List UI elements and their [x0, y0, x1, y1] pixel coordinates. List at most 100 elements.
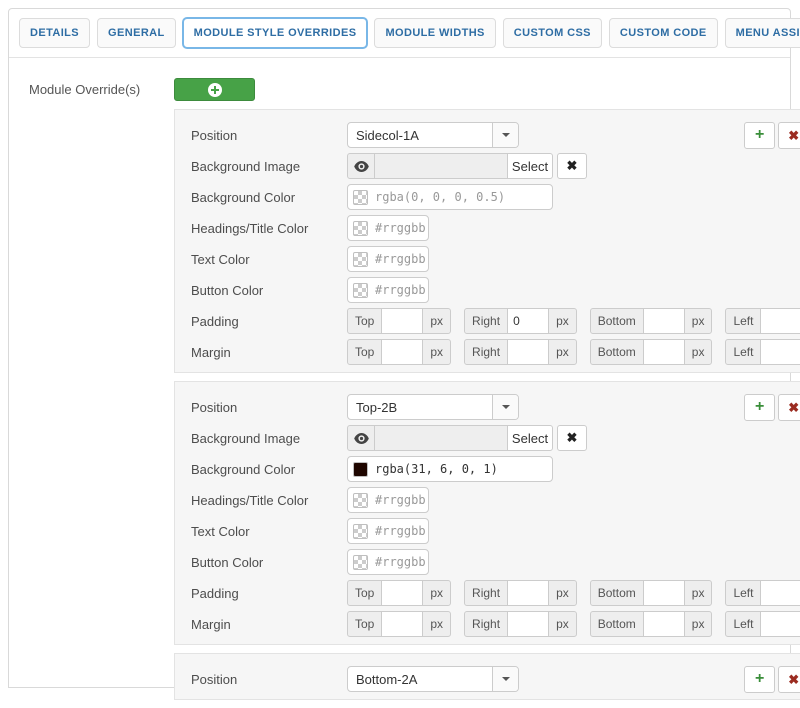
text-color-row: Text Color #rrggbb	[191, 518, 800, 544]
padding-right-input[interactable]	[508, 580, 548, 606]
add-module-override-button[interactable]	[174, 78, 255, 101]
padding-row: Padding Top px Right px	[191, 308, 800, 334]
background-color-label: Background Color	[191, 190, 347, 205]
delete-override-button[interactable]: ✖	[778, 394, 800, 421]
headings-title-color-label: Headings/Title Color	[191, 493, 347, 508]
padding-right-group: Right px	[464, 308, 577, 334]
side-label: Top	[347, 611, 382, 637]
margin-right-input[interactable]	[508, 611, 548, 637]
delete-override-button[interactable]: ✖	[778, 122, 800, 149]
padding-top-input[interactable]	[382, 580, 422, 606]
tab-custom-css[interactable]: CUSTOM CSS	[503, 18, 602, 48]
text-color-input[interactable]: #rrggbb	[347, 518, 429, 544]
padding-label: Padding	[191, 586, 347, 601]
side-label: Right	[464, 580, 508, 606]
tab-module-widths[interactable]: MODULE WIDTHS	[374, 18, 495, 48]
margin-right-input[interactable]	[508, 339, 548, 365]
headings-title-color-input[interactable]: #rrggbb	[347, 215, 429, 241]
background-color-row: Background Color rgba(0, 0, 0, 0.5)	[191, 184, 800, 210]
background-color-input[interactable]: rgba(31, 6, 0, 1)	[347, 456, 553, 482]
background-image-input[interactable]	[375, 425, 507, 451]
add-override-button[interactable]: +	[744, 666, 775, 693]
color-swatch-checker	[353, 555, 368, 570]
side-label: Left	[725, 611, 761, 637]
side-label: Right	[464, 611, 508, 637]
text-color-row: Text Color #rrggbb	[191, 246, 800, 272]
color-placeholder: #rrggbb	[375, 524, 426, 538]
margin-bottom-input[interactable]	[644, 611, 684, 637]
button-color-input[interactable]: #rrggbb	[347, 277, 429, 303]
position-select[interactable]: Bottom-2A	[347, 666, 519, 692]
margin-top-input[interactable]	[382, 339, 422, 365]
clear-image-button[interactable]: ✖	[557, 153, 587, 179]
select-image-button[interactable]: Select	[507, 425, 553, 451]
chevron-down-icon[interactable]	[492, 123, 518, 147]
padding-top-group: Top px	[347, 308, 451, 334]
side-label: Bottom	[590, 308, 644, 334]
background-color-row: Background Color rgba(31, 6, 0, 1)	[191, 456, 800, 482]
margin-left-input[interactable]	[761, 339, 800, 365]
background-image-label: Background Image	[191, 159, 347, 174]
module-settings-panel: DETAILS GENERAL MODULE STYLE OVERRIDES M…	[8, 8, 791, 688]
position-select[interactable]: Sidecol-1A	[347, 122, 519, 148]
tab-content: Module Override(s) Position Sidecol-1A +…	[9, 57, 790, 708]
background-image-label: Background Image	[191, 431, 347, 446]
background-color-value: rgba(31, 6, 0, 1)	[375, 462, 498, 476]
background-image-group: Select	[347, 153, 553, 179]
unit-label: px	[422, 611, 451, 637]
color-placeholder: #rrggbb	[375, 283, 426, 297]
select-image-button[interactable]: Select	[507, 153, 553, 179]
position-label: Position	[191, 400, 347, 415]
text-color-input[interactable]: #rrggbb	[347, 246, 429, 272]
padding-row: Padding Top px Right px	[191, 580, 800, 606]
margin-bottom-input[interactable]	[644, 339, 684, 365]
unit-label: px	[548, 308, 577, 334]
position-select[interactable]: Top-2B	[347, 394, 519, 420]
headings-title-color-row: Headings/Title Color #rrggbb	[191, 215, 800, 241]
color-placeholder: #rrggbb	[375, 221, 426, 235]
tab-module-style-overrides[interactable]: MODULE STYLE OVERRIDES	[183, 18, 368, 48]
chevron-down-icon[interactable]	[492, 395, 518, 419]
padding-right-input[interactable]	[508, 308, 548, 334]
padding-top-input[interactable]	[382, 308, 422, 334]
add-override-button[interactable]: +	[744, 122, 775, 149]
margin-top-input[interactable]	[382, 611, 422, 637]
background-image-input[interactable]	[375, 153, 507, 179]
clear-image-button[interactable]: ✖	[557, 425, 587, 451]
tab-details[interactable]: DETAILS	[19, 18, 90, 48]
button-color-label: Button Color	[191, 283, 347, 298]
panel-actions: + ✖	[744, 122, 800, 149]
margin-label: Margin	[191, 617, 347, 632]
margin-top-group: Top px	[347, 611, 451, 637]
color-swatch	[353, 462, 368, 477]
padding-bottom-input[interactable]	[644, 580, 684, 606]
padding-inputs: Top px Right px Bottom px	[347, 580, 800, 606]
tab-custom-code[interactable]: CUSTOM CODE	[609, 18, 718, 48]
eye-icon	[354, 161, 369, 172]
padding-left-input[interactable]	[761, 308, 800, 334]
margin-bottom-group: Bottom px	[590, 611, 713, 637]
unit-label: px	[548, 611, 577, 637]
module-override-panel-2: Position Top-2B + ✖ Background Image	[174, 381, 800, 645]
preview-eye-button[interactable]	[347, 425, 375, 451]
delete-override-button[interactable]: ✖	[778, 666, 800, 693]
plus-circle-icon	[208, 83, 222, 97]
side-label: Top	[347, 580, 382, 606]
tab-general[interactable]: GENERAL	[97, 18, 176, 48]
side-label: Bottom	[590, 339, 644, 365]
background-color-value: rgba(0, 0, 0, 0.5)	[375, 190, 505, 204]
text-color-label: Text Color	[191, 524, 347, 539]
padding-label: Padding	[191, 314, 347, 329]
background-color-input[interactable]: rgba(0, 0, 0, 0.5)	[347, 184, 553, 210]
headings-title-color-input[interactable]: #rrggbb	[347, 487, 429, 513]
padding-bottom-input[interactable]	[644, 308, 684, 334]
side-label: Left	[725, 580, 761, 606]
button-color-input[interactable]: #rrggbb	[347, 549, 429, 575]
padding-left-input[interactable]	[761, 580, 800, 606]
panel-actions: + ✖	[744, 394, 800, 421]
tab-menu-assignment[interactable]: MENU ASSIGNMENT	[725, 18, 800, 48]
add-override-button[interactable]: +	[744, 394, 775, 421]
chevron-down-icon[interactable]	[492, 667, 518, 691]
margin-left-input[interactable]	[761, 611, 800, 637]
preview-eye-button[interactable]	[347, 153, 375, 179]
